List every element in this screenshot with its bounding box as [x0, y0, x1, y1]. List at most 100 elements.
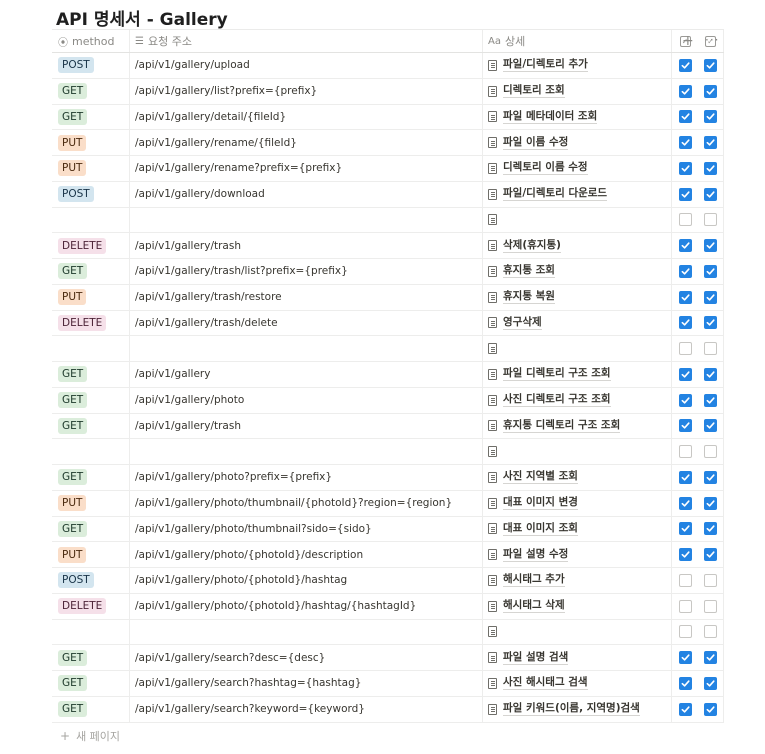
url-cell[interactable]: /api/v1/gallery/trash/restore [130, 284, 483, 310]
checkbox[interactable] [704, 496, 717, 510]
url-cell[interactable]: /api/v1/gallery/upload [130, 53, 483, 78]
checkbox[interactable] [704, 393, 717, 407]
checkbox[interactable] [678, 470, 692, 484]
checkbox[interactable] [704, 522, 717, 536]
detail-link[interactable]: 삭제(휴지통) [503, 239, 561, 253]
column-header-method[interactable]: ⦿ method [52, 30, 130, 52]
detail-cell[interactable]: 사진 디렉토리 구조 조회 [483, 387, 672, 413]
method-cell[interactable]: GET [52, 465, 130, 490]
table-row[interactable]: GET/api/v1/gallery/list?prefix={prefix} 디… [52, 78, 724, 105]
more-options-icon[interactable]: ··· [705, 33, 719, 47]
method-cell[interactable]: POST [52, 181, 130, 207]
checkbox[interactable] [678, 573, 692, 587]
detail-cell[interactable]: 파일 설명 수정 [483, 542, 672, 567]
checkbox[interactable] [678, 213, 692, 227]
detail-cell[interactable]: 휴지통 디렉토리 구조 조회 [483, 413, 672, 439]
detail-link[interactable]: 파일 키워드(이름, 지역명)검색 [503, 702, 640, 717]
detail-link[interactable]: 파일 설명 수정 [503, 548, 569, 562]
checkbox[interactable] [678, 393, 692, 407]
checkbox[interactable] [704, 290, 717, 304]
method-cell[interactable]: PUT [52, 130, 130, 155]
method-cell[interactable]: POST [52, 53, 130, 78]
checkbox[interactable] [678, 316, 692, 330]
checkbox[interactable] [678, 161, 692, 175]
checkbox[interactable] [704, 239, 717, 253]
detail-cell[interactable]: 파일/디렉토리 추가 [483, 53, 672, 78]
table-row[interactable] [52, 336, 724, 362]
table-row[interactable]: GET/api/v1/gallery/detail/{fileId} 파일 메타데… [52, 104, 724, 131]
table-row[interactable] [52, 207, 724, 234]
method-cell[interactable]: POST [52, 568, 130, 593]
table-row[interactable]: PUT/api/v1/gallery/rename?prefix={prefix… [52, 156, 724, 182]
detail-cell[interactable] [483, 439, 672, 464]
detail-cell[interactable] [483, 336, 672, 361]
url-cell[interactable] [130, 336, 483, 361]
detail-link[interactable]: 파일 디렉토리 구조 조회 [503, 367, 611, 382]
table-row[interactable] [52, 619, 724, 646]
table-row[interactable]: GET/api/v1/gallery/search?keyword={keywo… [52, 696, 724, 723]
checkbox[interactable] [704, 651, 717, 665]
checkbox[interactable] [678, 599, 692, 613]
detail-cell[interactable] [483, 207, 672, 233]
detail-cell[interactable]: 파일/디렉토리 다운로드 [483, 181, 672, 207]
new-page-button[interactable]: + 새 페이지 [60, 728, 120, 744]
detail-cell[interactable]: 휴지통 복원 [483, 284, 672, 310]
table-row[interactable]: PUT/api/v1/gallery/rename/{fileId} 파일 이름 … [52, 130, 724, 156]
checkbox[interactable] [704, 161, 717, 175]
url-cell[interactable]: /api/v1/gallery/trash [130, 233, 483, 258]
method-cell[interactable]: DELETE [52, 310, 130, 336]
table-row[interactable] [52, 439, 724, 465]
method-cell[interactable]: GET [52, 387, 130, 413]
url-cell[interactable]: /api/v1/gallery/photo/thumbnail?sido={si… [130, 516, 483, 542]
url-cell[interactable]: /api/v1/gallery/photo/thumbnail/{photoId… [130, 490, 483, 516]
table-row[interactable]: DELETE/api/v1/gallery/trash/delete 영구삭제 [52, 310, 724, 337]
checkbox[interactable] [678, 84, 692, 98]
checkbox[interactable] [678, 445, 692, 459]
checkbox[interactable] [704, 110, 717, 124]
detail-cell[interactable]: 디렉토리 이름 수정 [483, 156, 672, 181]
checkbox[interactable] [678, 419, 692, 433]
method-cell[interactable] [52, 207, 130, 233]
detail-link[interactable]: 사진 디렉토리 구조 조회 [503, 393, 611, 408]
detail-cell[interactable]: 디렉토리 조회 [483, 78, 672, 104]
url-cell[interactable]: /api/v1/gallery/search?desc={desc} [130, 645, 483, 670]
checkbox[interactable] [678, 264, 692, 278]
checkbox[interactable] [704, 702, 717, 716]
checkbox[interactable] [704, 213, 717, 227]
method-cell[interactable]: GET [52, 516, 130, 542]
method-cell[interactable] [52, 336, 130, 361]
checkbox[interactable] [704, 445, 717, 459]
checkbox[interactable] [704, 676, 717, 690]
checkbox[interactable] [704, 548, 717, 562]
column-header-detail[interactable]: Aa 상세 [483, 30, 672, 52]
method-cell[interactable]: GET [52, 362, 130, 387]
method-cell[interactable]: DELETE [52, 593, 130, 619]
table-row[interactable]: GET/api/v1/gallery 파일 디렉토리 구조 조회 [52, 362, 724, 388]
checkbox[interactable] [704, 316, 717, 330]
detail-link[interactable]: 대표 이미지 변경 [503, 496, 578, 511]
detail-cell[interactable]: 파일 메타데이터 조회 [483, 104, 672, 130]
url-cell[interactable]: /api/v1/gallery/photo/{photoId}/hashtag [130, 568, 483, 593]
detail-link[interactable]: 휴지통 조회 [503, 264, 555, 279]
checkbox[interactable] [678, 676, 692, 690]
table-row[interactable]: DELETE/api/v1/gallery/trash 삭제(휴지통) [52, 233, 724, 259]
checkbox[interactable] [704, 625, 717, 639]
table-row[interactable]: PUT/api/v1/gallery/photo/{photoId}/descr… [52, 542, 724, 568]
url-cell[interactable]: /api/v1/gallery/trash/delete [130, 310, 483, 336]
url-cell[interactable]: /api/v1/gallery/search?hashtag={hashtag} [130, 671, 483, 696]
method-cell[interactable]: GET [52, 413, 130, 439]
detail-cell[interactable]: 삭제(휴지통) [483, 233, 672, 258]
url-cell[interactable]: /api/v1/gallery/photo/{photoId}/descript… [130, 542, 483, 567]
method-cell[interactable]: GET [52, 78, 130, 104]
url-cell[interactable]: /api/v1/gallery/photo/{photoId}/hashtag/… [130, 593, 483, 619]
detail-cell[interactable]: 휴지통 조회 [483, 259, 672, 284]
checkbox[interactable] [704, 419, 717, 433]
checkbox[interactable] [678, 110, 692, 124]
table-row[interactable]: POST/api/v1/gallery/upload 파일/디렉토리 추가 [52, 53, 724, 79]
add-property-icon[interactable]: + [682, 33, 694, 49]
url-cell[interactable]: /api/v1/gallery/detail/{fileId} [130, 104, 483, 130]
url-cell[interactable] [130, 619, 483, 645]
url-cell[interactable]: /api/v1/gallery [130, 362, 483, 387]
detail-link[interactable]: 대표 이미지 조회 [503, 522, 578, 536]
detail-cell[interactable]: 파일 설명 검색 [483, 645, 672, 670]
